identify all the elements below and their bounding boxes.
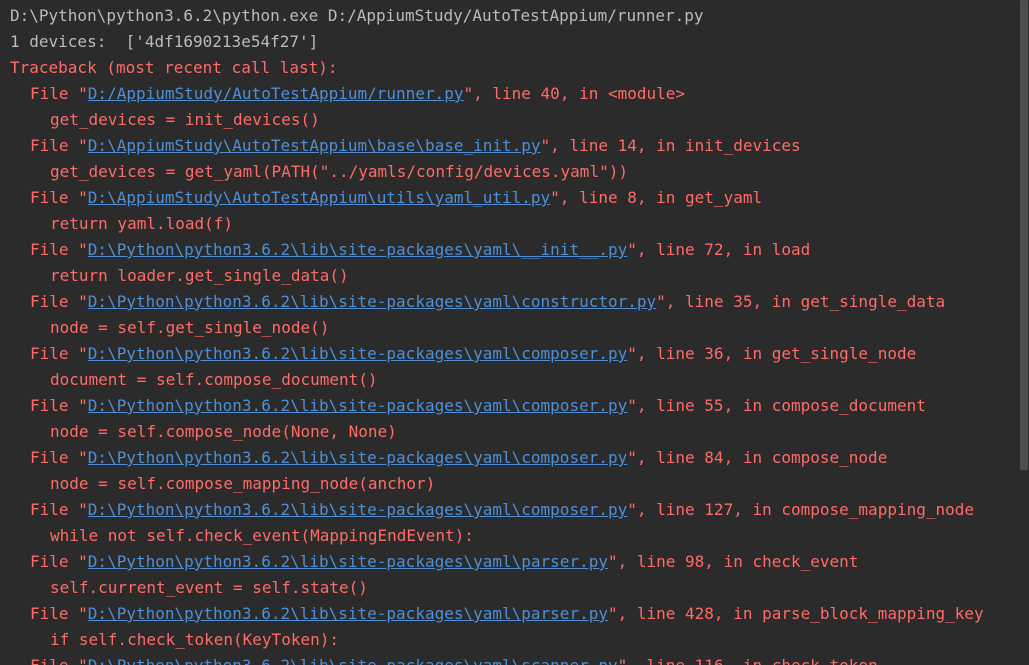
traceback-code-line: get_devices = init_devices() [50,110,320,129]
file-location: ", line 116, in check_token [618,656,878,665]
file-location: ", line 40, in <module> [463,84,686,103]
file-path-link[interactable]: D:/AppiumStudy/AutoTestAppium/runner.py [88,84,464,103]
vertical-scrollbar[interactable] [1019,0,1029,665]
file-location: ", line 35, in get_single_data [656,292,946,311]
file-prefix: File " [30,448,88,467]
file-path-link[interactable]: D:\Python\python3.6.2\lib\site-packages\… [88,344,627,363]
file-prefix: File " [30,604,88,623]
traceback-code-line: return loader.get_single_data() [50,266,349,285]
traceback-file-line: File "D:/AppiumStudy/AutoTestAppium/runn… [10,81,1017,107]
file-prefix: File " [30,552,88,571]
traceback-file-line: File "D:\Python\python3.6.2\lib\site-pac… [10,601,1017,627]
file-prefix: File " [30,84,88,103]
file-path-link[interactable]: D:\Python\python3.6.2\lib\site-packages\… [88,500,627,519]
traceback-file-line: File "D:\Python\python3.6.2\lib\site-pac… [10,341,1017,367]
traceback-code-line: node = self.compose_node(None, None) [50,422,397,441]
file-prefix: File " [30,500,88,519]
run-console[interactable]: D:\Python\python3.6.2\python.exe D:/Appi… [0,0,1029,665]
file-prefix: File " [30,396,88,415]
traceback-file-line: File "D:\Python\python3.6.2\lib\site-pac… [10,237,1017,263]
traceback-file-line: File "D:\Python\python3.6.2\lib\site-pac… [10,497,1017,523]
file-location: ", line 14, in init_devices [540,136,801,155]
traceback-code-line: node = self.compose_mapping_node(anchor) [50,474,436,493]
file-path-link[interactable]: D:\Python\python3.6.2\lib\site-packages\… [88,396,627,415]
traceback-file-line: File "D:\AppiumStudy\AutoTestAppium\util… [10,185,1017,211]
file-path-link[interactable]: D:\Python\python3.6.2\lib\site-packages\… [88,656,618,665]
scrollbar-thumb[interactable] [1020,0,1028,470]
file-path-link[interactable]: D:\Python\python3.6.2\lib\site-packages\… [88,448,627,467]
file-location: ", line 36, in get_single_node [627,344,917,363]
file-path-link[interactable]: D:\AppiumStudy\AutoTestAppium\utils\yaml… [88,188,550,207]
traceback-code-line: document = self.compose_document() [50,370,378,389]
traceback-header: Traceback (most recent call last): [10,58,338,77]
traceback-file-line: File "D:\Python\python3.6.2\lib\site-pac… [10,445,1017,471]
file-location: ", line 8, in get_yaml [550,188,763,207]
file-location: ", line 127, in compose_mapping_node [627,500,975,519]
file-location: ", line 98, in check_event [607,552,859,571]
traceback-file-line: File "D:\Python\python3.6.2\lib\site-pac… [10,653,1017,665]
file-location: ", line 84, in compose_node [627,448,888,467]
devices-line: 1 devices: ['4df1690213e54f27'] [10,32,319,51]
traceback-code-line: while not self.check_event(MappingEndEve… [50,526,474,545]
file-path-link[interactable]: D:\Python\python3.6.2\lib\site-packages\… [88,552,608,571]
file-prefix: File " [30,344,88,363]
file-path-link[interactable]: D:\Python\python3.6.2\lib\site-packages\… [88,292,656,311]
traceback-code-line: self.current_event = self.state() [50,578,368,597]
traceback-code-line: get_devices = get_yaml(PATH("../yamls/co… [50,162,628,181]
traceback-code-line: node = self.get_single_node() [50,318,330,337]
traceback-code-line: if self.check_token(KeyToken): [50,630,339,649]
traceback-file-line: File "D:\Python\python3.6.2\lib\site-pac… [10,549,1017,575]
file-location: ", line 72, in load [627,240,811,259]
file-location: ", line 428, in parse_block_mapping_key [607,604,984,623]
file-prefix: File " [30,188,88,207]
file-prefix: File " [30,292,88,311]
traceback-file-line: File "D:\Python\python3.6.2\lib\site-pac… [10,289,1017,315]
traceback-file-line: File "D:\AppiumStudy\AutoTestAppium\base… [10,133,1017,159]
file-prefix: File " [30,240,88,259]
console-output: D:\Python\python3.6.2\python.exe D:/Appi… [10,3,1017,665]
file-path-link[interactable]: D:\AppiumStudy\AutoTestAppium\base\base_… [88,136,541,155]
file-path-link[interactable]: D:\Python\python3.6.2\lib\site-packages\… [88,604,608,623]
file-location: ", line 55, in compose_document [627,396,926,415]
command-line: D:\Python\python3.6.2\python.exe D:/Appi… [10,6,704,25]
file-prefix: File " [30,136,88,155]
traceback-file-line: File "D:\Python\python3.6.2\lib\site-pac… [10,393,1017,419]
file-path-link[interactable]: D:\Python\python3.6.2\lib\site-packages\… [88,240,627,259]
traceback-frames: File "D:/AppiumStudy/AutoTestAppium/runn… [10,81,1017,665]
traceback-code-line: return yaml.load(f) [50,214,234,233]
file-prefix: File " [30,656,88,665]
